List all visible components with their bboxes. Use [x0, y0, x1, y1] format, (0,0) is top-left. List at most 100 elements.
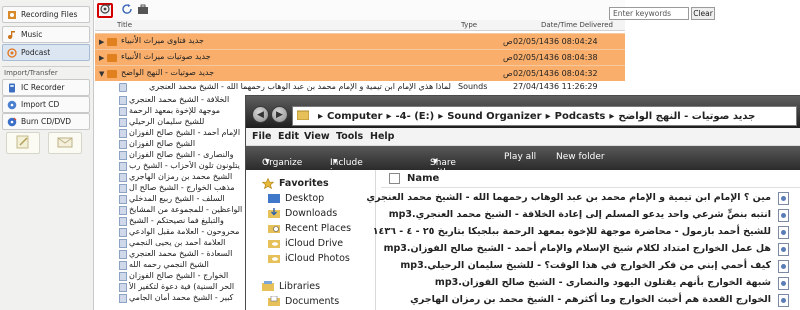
list-item[interactable]: الخوارج - الشيخ صالح الفوزان — [95, 271, 255, 282]
folder-date: 02/05/1436 08:04:24 — [513, 37, 598, 46]
so-toolbar: Enter keywords Clear — [95, 0, 715, 20]
sidebar-item-podcast[interactable]: Podcast — [2, 44, 90, 61]
refresh-button[interactable] — [119, 3, 135, 18]
file-row[interactable]: mp3.انتبه بنصٍّ شرعي واحد يدعو المسلم إل… — [381, 207, 800, 224]
list-item[interactable]: الشيخ صالح الفوزان — [95, 139, 255, 150]
nav-icloud-photos[interactable]: iCloud Photos — [268, 253, 350, 264]
select-all-checkbox[interactable] — [389, 173, 400, 184]
cd-icon — [7, 100, 17, 110]
file-row[interactable]: للشيخ أحمد بازمول - محاضرة موجهة للإخوة … — [373, 224, 800, 241]
menu-tools[interactable]: Tools — [336, 131, 363, 142]
list-item[interactable]: الشيخ محمد بن رمزان الهاجري — [95, 172, 255, 183]
mp3-file-icon — [778, 260, 789, 273]
list-item[interactable]: الشيخ النجمي رحمه الله — [95, 260, 255, 271]
search-input[interactable]: Enter keywords — [609, 7, 689, 20]
expand-arrow-icon[interactable]: ▶ — [99, 38, 104, 46]
libraries-icon — [262, 281, 275, 292]
list-item[interactable]: كبير - الشيخ محمد أمان الجامي — [95, 293, 255, 304]
list-item[interactable]: الواعظين - للمجموعة من المشايخ — [95, 205, 255, 216]
edit-info-button[interactable] — [6, 132, 40, 154]
path-breadcrumb[interactable]: ▸ Computer ▸ -4- (E:) ▸ Sound Organizer … — [292, 106, 797, 126]
list-item[interactable]: محروحون - العلامة مقبل الوادعي — [95, 227, 255, 238]
list-item-title: الواعظين - للمجموعة من المشايخ — [129, 205, 243, 214]
folder-date: 02/05/1436 08:04:32 — [513, 69, 598, 78]
file-row[interactable]: الخوارج القعدة هم أخبث الخوارج وما أكثره… — [381, 292, 800, 309]
clear-button[interactable]: Clear — [691, 7, 715, 20]
send-mail-button[interactable] — [48, 132, 82, 154]
mp3-file-icon — [778, 192, 789, 205]
list-item[interactable]: للشيخ سليمان الرحيلي — [95, 117, 255, 128]
list-item[interactable]: يتلونون تلون الأحزاب - الشيخ رب — [95, 161, 255, 172]
breadcrumb-podcasts[interactable]: Podcasts — [555, 111, 606, 122]
menu-view[interactable]: View — [304, 131, 330, 142]
sidebar-item-music[interactable]: Music — [2, 26, 90, 43]
nav-recent-places[interactable]: Recent Places — [268, 223, 351, 234]
nav-downloads[interactable]: Downloads — [268, 208, 337, 219]
list-item-title: والتبليغ فما نصيحتكم - الشيخ — [129, 216, 224, 225]
list-item[interactable]: الحر السنية) فية دعوة لتكفير الأ — [95, 282, 255, 293]
column-header: Title Type Date/Time Delivered — [95, 20, 625, 31]
file-name: الخوارج القعدة هم أخبث الخوارج وما أكثره… — [410, 294, 771, 305]
file-row[interactable]: mp3.شبهة الخوارج بأنهم يقتلون اليهود وال… — [381, 275, 800, 292]
sidebar-divider — [2, 66, 90, 67]
list-item[interactable]: العلامة أحمد بن يحيى النجمي — [95, 238, 255, 249]
sidebar-item-ic-recorder[interactable]: IC Recorder — [2, 79, 90, 96]
list-item[interactable]: والتبليغ فما نصيحتكم - الشيخ — [95, 216, 255, 227]
list-item-title: والنصارى - الشيخ صالح الفوزان — [129, 150, 234, 159]
podcast-settings-button[interactable] — [135, 3, 151, 18]
menu-edit[interactable]: Edit — [278, 131, 299, 142]
sidebar-item-import-cd[interactable]: Import CD — [2, 96, 90, 113]
episode-row[interactable]: لماذا هذي الإمام ابن تيمية و الإمام محمد… — [95, 81, 625, 94]
forward-button[interactable]: ▶ — [271, 106, 288, 123]
list-item[interactable]: السلف - الشيخ ربيع المدخلي — [95, 194, 255, 205]
list-item[interactable]: السعادة - الشيخ محمد العنجري — [95, 249, 255, 260]
file-row[interactable]: mp3.كيف أحمي إبني من فكر الخوارج في هذا … — [381, 258, 800, 275]
list-item[interactable]: الخلافة - الشيخ محمد العنجري — [95, 95, 255, 106]
name-column-header[interactable]: Name — [381, 170, 800, 188]
audio-file-icon — [119, 206, 127, 215]
sidebar-item-label: Podcast — [21, 48, 51, 57]
nav-documents[interactable]: Documents — [268, 295, 339, 307]
audio-file-icon — [119, 217, 127, 226]
col-title[interactable]: Title — [117, 21, 132, 29]
folder-row-expanded[interactable]: ▼ جديد صوتيات - النهج الواضح ص 02/05/143… — [95, 65, 625, 81]
edit-note-icon — [15, 135, 31, 152]
nav-icloud-drive[interactable]: iCloud Drive — [268, 238, 343, 249]
folder-icon — [107, 54, 117, 62]
favorites-header[interactable]: Favorites — [261, 177, 329, 190]
menu-help[interactable]: Help — [370, 131, 394, 142]
desktop-icon — [268, 193, 281, 204]
sidebar-item-recording-files[interactable]: Recording Files — [2, 6, 90, 23]
breadcrumb-computer[interactable]: Computer — [327, 111, 382, 122]
sidebar-item-burn-cd-dvd[interactable]: Burn CD/DVD — [2, 113, 90, 130]
libraries-header[interactable]: Libraries — [262, 281, 320, 292]
folder-row[interactable]: ▶ جديد فتاوى ميراث الأنبياء ص 02/05/1436… — [95, 33, 625, 49]
menu-file[interactable]: File — [252, 131, 271, 142]
nav-desktop[interactable]: Desktop — [268, 193, 324, 204]
command-bar: Organize▼ Include in library▼ Share with… — [246, 146, 800, 188]
list-item[interactable]: الإمام أحمد - الشيخ صالح الفوزان — [95, 128, 255, 139]
col-type[interactable]: Type — [461, 21, 477, 29]
audio-file-icon — [119, 228, 127, 237]
col-date[interactable]: Date/Time Delivered — [541, 21, 613, 29]
breadcrumb-drive[interactable]: -4- (E:) — [395, 111, 434, 122]
list-item-title: الشيخ النجمي رحمه الله — [129, 260, 209, 269]
subscribe-podcast-button[interactable] — [97, 3, 113, 18]
breadcrumb-sound-organizer[interactable]: Sound Organizer — [447, 111, 541, 122]
back-arrow-icon: ◀ — [257, 109, 264, 120]
list-item[interactable]: مذهب الخوارج - الشيخ صالح ال — [95, 183, 255, 194]
import-transfer-caption: Import/Transfer — [4, 69, 58, 77]
collapse-arrow-icon[interactable]: ▼ — [99, 70, 104, 78]
back-button[interactable]: ◀ — [252, 106, 269, 123]
new-folder-button[interactable]: New folder — [556, 152, 605, 162]
folder-row[interactable]: ▶ جديد صوتيات ميراث الأنبياء ص 02/05/143… — [95, 49, 625, 65]
play-all-button[interactable]: Play all — [504, 152, 536, 162]
file-row[interactable]: mp3.هل عمل الخوارج امتداد لكلام شيخ الإس… — [381, 241, 800, 258]
icloud-photos-icon — [268, 253, 281, 264]
breadcrumb-current-folder[interactable]: جديد صوتيات - النهج الواضح — [618, 111, 755, 122]
list-item[interactable]: والنصارى - الشيخ صالح الفوزان — [95, 150, 255, 161]
list-item[interactable]: موجهة للإخوة بمعهد الرحمة — [95, 106, 255, 117]
expand-arrow-icon[interactable]: ▶ — [99, 54, 104, 62]
file-row[interactable]: مين ؟ الإمام ابن تيمية و الإمام محمد بن … — [366, 190, 800, 207]
file-name: mp3.كيف أحمي إبني من فكر الخوارج في هذا … — [400, 260, 771, 271]
